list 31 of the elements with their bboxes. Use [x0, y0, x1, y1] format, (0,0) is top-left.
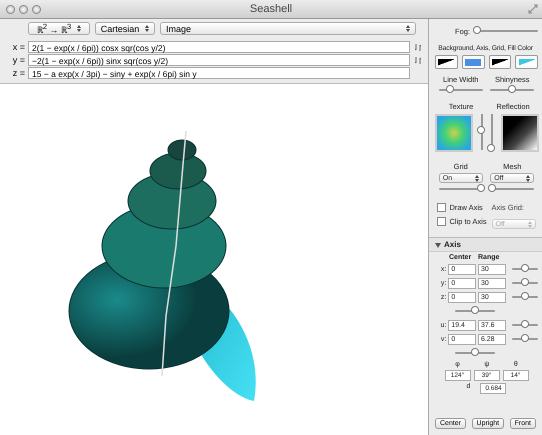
disclosure-triangle-icon: [435, 242, 441, 248]
close-icon[interactable]: [6, 4, 15, 14]
color-well[interactable]: [488, 55, 512, 69]
checkbox[interactable]: [437, 203, 446, 212]
equation-label: x =: [12, 42, 26, 52]
color-well[interactable]: [435, 55, 458, 69]
up-down-arrows-icon: [406, 25, 410, 32]
axis-section-header[interactable]: Axis: [429, 237, 542, 252]
dropdown[interactable]: Cartesian: [95, 22, 155, 35]
checkbox[interactable]: [437, 217, 446, 226]
up-down-arrows-icon: [474, 174, 479, 182]
zoom-icon[interactable]: [32, 4, 41, 14]
fullscreen-icon[interactable]: [528, 4, 538, 14]
equation-field[interactable]: 15 − a exp(x / 3pi) − siny + exp(x / 6pi) sin y: [28, 67, 410, 79]
reflection-image[interactable]: [501, 114, 539, 152]
up-down-arrows-icon: [145, 25, 150, 32]
color-well[interactable]: [515, 55, 538, 69]
dropdown[interactable]: Image: [160, 22, 416, 35]
up-down-arrows-icon: [528, 220, 532, 228]
up-down-arrows-icon: [77, 25, 82, 32]
swap-icon[interactable]: [415, 42, 421, 52]
minimize-icon[interactable]: [19, 4, 28, 14]
equation-field[interactable]: 2(1 − exp(x / 6pi)) cosx sqr(cos y/2): [28, 41, 410, 53]
equation-field[interactable]: −2(1 − exp(x / 6pi)) sinx sqr(cos y/2): [28, 54, 410, 66]
dropdown[interactable]: ℝ$^{2}$ → ℝ$^{3}$: [28, 22, 90, 35]
equation-label: z =: [12, 68, 26, 78]
equation-label: y =: [12, 55, 26, 65]
swap-icon[interactable]: [415, 56, 421, 64]
color-well[interactable]: [462, 55, 484, 69]
window-title: Seashell: [250, 3, 292, 15]
up-down-arrows-icon: [526, 174, 530, 182]
